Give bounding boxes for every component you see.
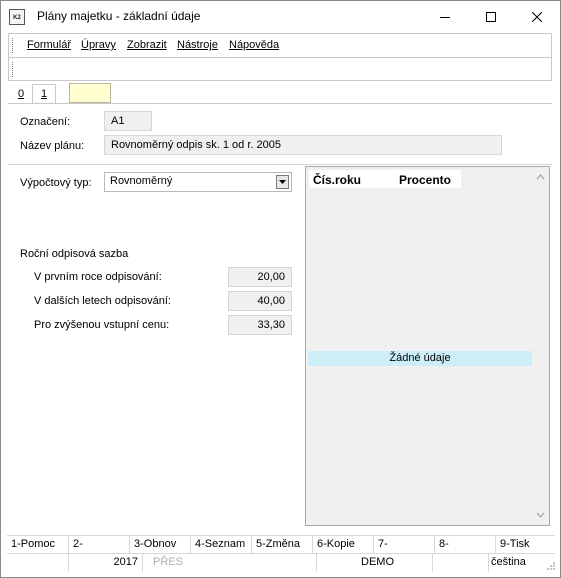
grid-header: Čís.roku Procento: [309, 170, 461, 188]
menu-napoveda[interactable]: Nápověda: [229, 39, 279, 51]
status-mode: PŘES: [143, 554, 317, 572]
prvni-rok-label: V prvním roce odpisování:: [34, 271, 162, 283]
application-window: K2 Plány majetku - základní údaje Formul…: [0, 0, 561, 578]
fkey-6[interactable]: 6-Kopie: [313, 536, 374, 553]
vypoctovy-typ-value: Rovnoměrný: [110, 175, 173, 187]
col-cis-roku[interactable]: Čís.roku: [313, 173, 361, 187]
menu-formular[interactable]: Formulář: [27, 39, 71, 51]
menu-grip[interactable]: [12, 38, 16, 53]
maximize-button[interactable]: [468, 1, 514, 32]
function-key-bar: 1-Pomoc 2- 3-Obnov 4-Seznam 5-Změna 6-Ko…: [7, 535, 555, 553]
vypoctovy-typ-label: Výpočtový typ:: [20, 177, 92, 189]
minimize-icon: [440, 16, 450, 18]
vertical-scrollbar[interactable]: [532, 167, 549, 525]
maximize-icon: [486, 11, 496, 22]
menu-zobrazit[interactable]: Zobrazit: [127, 39, 167, 51]
header-separator: [8, 164, 552, 165]
zvysena-cena-field[interactable]: 33,30: [228, 315, 292, 335]
col-procento[interactable]: Procento: [399, 173, 451, 187]
prvni-rok-field[interactable]: 20,00: [228, 267, 292, 287]
fkey-8[interactable]: 8-: [435, 536, 496, 553]
status-cell-empty-2: [433, 554, 489, 572]
fkey-3[interactable]: 3-Obnov: [130, 536, 191, 553]
title-bar[interactable]: K2 Plány majetku - základní údaje: [1, 1, 560, 32]
fkey-4[interactable]: 4-Seznam: [191, 536, 252, 553]
data-grid[interactable]: Čís.roku Procento Žádné údaje: [305, 166, 550, 526]
status-bar: 2017 PŘES DEMO čeština: [7, 553, 555, 572]
close-icon: [532, 11, 542, 22]
zvysena-cena-label: Pro zvýšenou vstupní cenu:: [34, 319, 170, 331]
oznaceni-field[interactable]: A1: [104, 111, 152, 131]
menu-nastroje[interactable]: Nástroje: [177, 39, 218, 51]
resize-grip-icon[interactable]: [546, 561, 556, 571]
chevron-down-icon: [279, 180, 286, 184]
nazev-field[interactable]: Rovnoměrný odpis sk. 1 od r. 2005: [104, 135, 502, 155]
toolbar: [8, 57, 552, 81]
nazev-label: Název plánu:: [20, 140, 85, 152]
fkey-9[interactable]: 9-Tisk: [496, 536, 555, 553]
toolbar-grip[interactable]: [12, 62, 16, 77]
menu-bar: Formulář Úpravy Zobrazit Nástroje Nápově…: [8, 33, 552, 57]
window-title: Plány majetku - základní údaje: [37, 9, 201, 23]
vypoctovy-typ-select[interactable]: Rovnoměrný: [104, 172, 292, 192]
oznaceni-label: Označení:: [20, 116, 71, 128]
tab-0[interactable]: 0: [13, 85, 29, 103]
status-year: 2017: [69, 554, 143, 572]
minimize-button[interactable]: [422, 1, 468, 32]
status-cell-empty-1: [7, 554, 69, 572]
status-db: DEMO: [317, 554, 433, 572]
fkey-2[interactable]: 2-: [69, 536, 130, 553]
scroll-up-icon[interactable]: [532, 170, 549, 184]
dropdown-button[interactable]: [276, 175, 289, 189]
fkey-5[interactable]: 5-Změna: [252, 536, 313, 553]
dalsi-roky-label: V dalších letech odpisování:: [34, 295, 171, 307]
menu-upravy[interactable]: Úpravy: [81, 39, 116, 51]
dalsi-roky-field[interactable]: 40,00: [228, 291, 292, 311]
fkey-1[interactable]: 1-Pomoc: [7, 536, 69, 553]
tab-1[interactable]: 1: [32, 84, 56, 104]
tab-yellow-field[interactable]: [69, 83, 111, 103]
scroll-down-icon[interactable]: [532, 508, 549, 522]
close-button[interactable]: [514, 1, 560, 32]
tab-divider: [8, 103, 552, 104]
no-data-row: Žádné údaje: [308, 351, 532, 366]
fkey-7[interactable]: 7-: [374, 536, 435, 553]
app-icon[interactable]: K2: [9, 9, 25, 25]
sazba-heading: Roční odpisová sazba: [20, 248, 129, 260]
